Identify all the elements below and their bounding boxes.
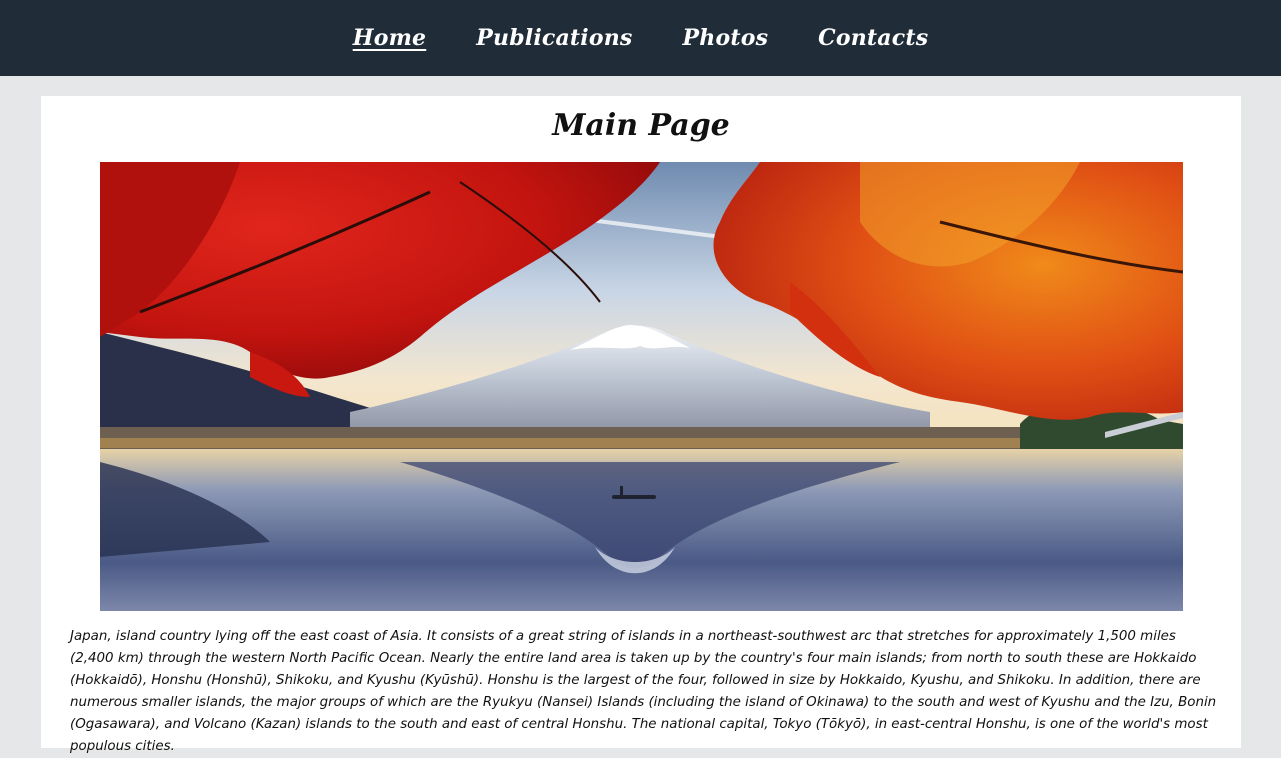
page-title: Main Page	[552, 108, 730, 143]
hero-image	[100, 162, 1183, 611]
content-card: Main Page Japan, island country lying of…	[41, 96, 1241, 754]
nav-contacts-link[interactable]: Contacts	[793, 25, 953, 51]
nav-publications-link[interactable]: Publications	[451, 25, 657, 51]
nav-home-link[interactable]: Home	[328, 25, 452, 51]
top-navbar: Home Publications Photos Contacts	[0, 0, 1281, 76]
nav-photos-link[interactable]: Photos	[658, 25, 794, 51]
nav-links: Home Publications Photos Contacts	[328, 25, 954, 51]
intro-paragraph: Japan, island country lying off the east…	[70, 629, 1217, 754]
